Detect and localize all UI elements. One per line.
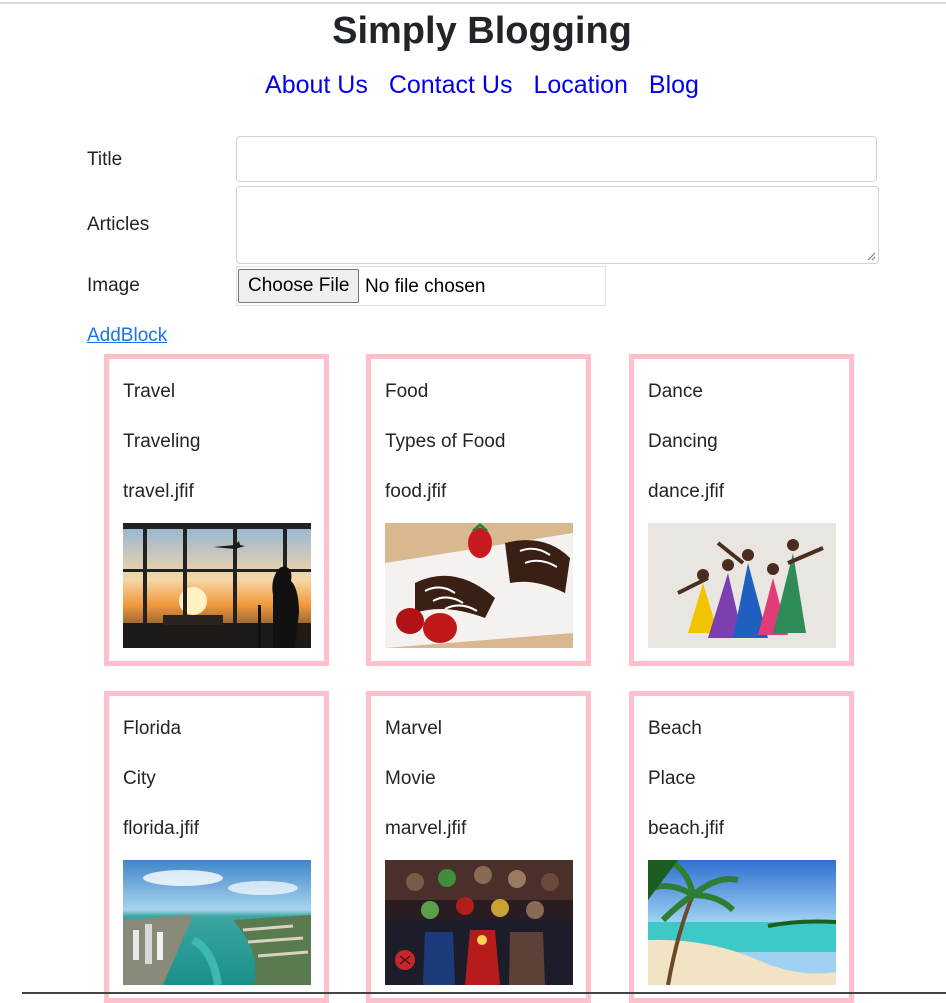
post-article: Dancing <box>648 431 718 452</box>
tropical-beach-photo <box>648 860 836 985</box>
post-title: Florida <box>123 718 182 739</box>
dancers-photo <box>648 523 836 648</box>
post-image-name: beach.jfif <box>648 818 725 839</box>
airport-sunset-photo <box>123 523 311 648</box>
post-article: Movie <box>385 768 436 789</box>
add-block-link[interactable]: AddBlock <box>87 325 167 347</box>
nav-contact-us[interactable]: Contact Us <box>389 71 513 99</box>
miami-aerial-photo <box>123 860 311 985</box>
post-image-name: food.jfif <box>385 481 447 502</box>
post-image-name: marvel.jfif <box>385 818 467 839</box>
articles-label: Articles <box>87 214 150 235</box>
resize-grip-icon[interactable] <box>867 252 876 261</box>
post-title: Marvel <box>385 718 443 739</box>
post-card: Food Types of Food food.jfif <box>366 354 591 666</box>
nav-blog[interactable]: Blog <box>649 71 699 99</box>
title-label: Title <box>87 149 123 170</box>
nav-about-us[interactable]: About Us <box>265 71 368 99</box>
image-file-input: Choose File No file chosen <box>236 266 606 306</box>
post-card: Dance Dancing dance.jfif <box>629 354 854 666</box>
main-nav: About Us Contact Us Location Blog <box>0 68 946 102</box>
post-article: Types of Food <box>385 431 506 452</box>
title-input[interactable] <box>236 136 877 182</box>
post-card: Beach Place beach.jfif <box>629 691 854 1003</box>
top-rule <box>0 2 946 4</box>
post-card: Travel Traveling travel.jfif <box>104 354 329 666</box>
file-status-text: No file chosen <box>365 276 486 297</box>
image-label: Image <box>87 275 140 296</box>
post-title: Beach <box>648 718 702 739</box>
post-image-name: florida.jfif <box>123 818 200 839</box>
post-article: City <box>123 768 156 789</box>
superhero-group-photo <box>385 860 573 985</box>
post-article: Traveling <box>123 431 201 452</box>
choose-file-button[interactable]: Choose File <box>238 269 360 303</box>
post-image-name: dance.jfif <box>648 481 725 502</box>
chocolate-dessert-photo <box>385 523 573 648</box>
post-title: Travel <box>123 381 176 402</box>
post-title: Dance <box>648 381 703 402</box>
site-title: Simply Blogging <box>332 10 632 52</box>
post-title: Food <box>385 381 429 402</box>
nav-location[interactable]: Location <box>533 71 628 99</box>
post-card: Florida City florida.jfif <box>104 691 329 1003</box>
articles-textarea[interactable] <box>236 186 879 264</box>
post-image-name: travel.jfif <box>123 481 194 502</box>
post-article: Place <box>648 768 696 789</box>
post-card: Marvel Movie marvel.jfif <box>366 691 591 1003</box>
